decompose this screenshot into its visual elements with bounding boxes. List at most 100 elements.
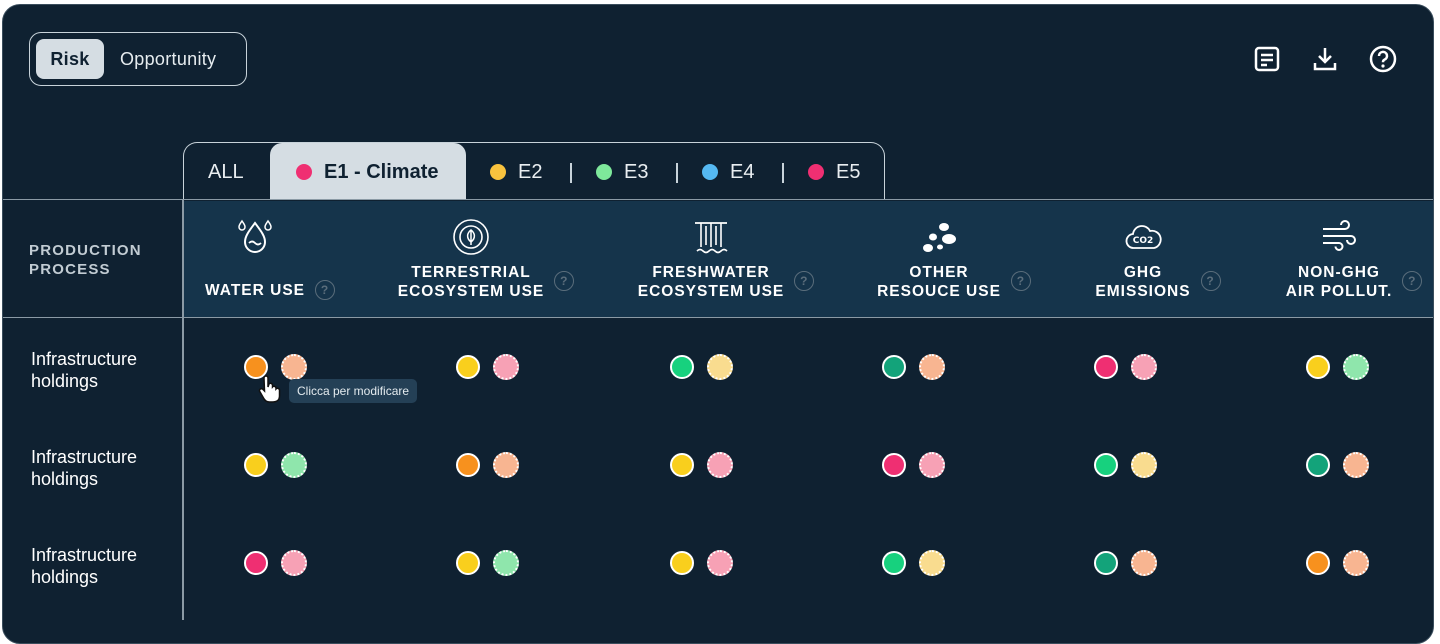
tab-e2[interactable]: E2 [490, 143, 542, 200]
tab-e3[interactable]: E3 [596, 143, 648, 200]
column-label: FRESHWATER ECOSYSTEM USE ? [637, 263, 815, 301]
column-label-line1: TERRESTRIAL [411, 264, 531, 281]
risk-level-dot[interactable] [1094, 551, 1118, 575]
secondary-level-dot[interactable] [707, 550, 733, 576]
row-header-line2: PROCESS [29, 261, 111, 278]
hand-cursor-icon [258, 375, 281, 403]
risk-level-dot[interactable] [1306, 551, 1330, 575]
row-label-line1: Infrastructure [31, 349, 138, 369]
edit-tooltip: Clicca per modificare [289, 379, 418, 403]
secondary-level-dot[interactable] [493, 452, 519, 478]
tab-e4[interactable]: E4 [702, 143, 754, 200]
column-label-line1: FRESHWATER [652, 264, 770, 281]
column-label-line2: ECOSYSTEM USE [397, 283, 545, 300]
column-label-line2: ECOSYSTEM USE [637, 283, 785, 300]
risk-opportunity-toggle[interactable]: Risk Opportunity [29, 32, 247, 86]
column-label: WATER USE ? [205, 279, 335, 300]
info-icon[interactable]: ? [1402, 271, 1423, 291]
info-icon[interactable]: ? [315, 279, 335, 300]
risk-level-dot[interactable] [670, 453, 694, 477]
column-water-use: WATER USE ? [155, 217, 355, 300]
help-icon[interactable] [1367, 43, 1399, 75]
secondary-level-dot[interactable] [1131, 354, 1157, 380]
tab-e5[interactable]: E5 [808, 143, 860, 200]
column-other-resource-use: OTHER RESOUCE USE ? [839, 217, 1039, 301]
secondary-level-dot[interactable] [1343, 452, 1369, 478]
e2-dot [490, 164, 506, 180]
row-label: Infrastructure holdings [31, 446, 137, 490]
secondary-level-dot[interactable] [707, 452, 733, 478]
secondary-level-dot[interactable] [493, 354, 519, 380]
matrix-card: Risk Opportunity ALL E1 - Climate E2 E3 … [2, 4, 1434, 644]
e5-dot [808, 164, 824, 180]
risk-level-dot[interactable] [670, 551, 694, 575]
tab-e4-label: E4 [730, 161, 755, 183]
secondary-level-dot[interactable] [1131, 550, 1157, 576]
waterfall-icon [695, 222, 728, 254]
category-tabs: ALL E1 - Climate E2 E3 E4 E5 [183, 142, 885, 200]
risk-level-dot[interactable] [456, 355, 480, 379]
row-label: Infrastructure holdings [31, 544, 137, 588]
risk-level-dot[interactable] [882, 551, 906, 575]
column-label-line1: WATER USE [205, 282, 305, 299]
info-icon[interactable]: ? [1200, 271, 1221, 291]
secondary-level-dot[interactable] [281, 354, 307, 380]
row-label-line2: holdings [31, 469, 99, 489]
e3-dot [596, 164, 612, 180]
row-label-line2: holdings [31, 371, 99, 391]
column-label: NON-GHG AIR POLLUT. ? [1286, 263, 1423, 301]
stones-icon [923, 223, 956, 252]
download-icon[interactable] [1309, 43, 1341, 75]
risk-option[interactable]: Risk [36, 39, 104, 79]
risk-level-dot[interactable] [244, 551, 268, 575]
secondary-level-dot[interactable] [1343, 354, 1369, 380]
risk-level-dot[interactable] [670, 355, 694, 379]
secondary-level-dot[interactable] [1343, 550, 1369, 576]
risk-level-dot[interactable] [244, 453, 268, 477]
opportunity-option[interactable]: Opportunity [120, 39, 216, 79]
column-label-line1: OTHER [909, 264, 969, 281]
tab-separator [782, 163, 784, 183]
water-drop-icon [238, 219, 272, 253]
secondary-level-dot[interactable] [919, 550, 945, 576]
co2-cloud-icon: CO2 [1125, 225, 1162, 249]
risk-level-dot[interactable] [456, 551, 480, 575]
risk-level-dot[interactable] [1306, 453, 1330, 477]
notes-icon[interactable] [1251, 43, 1283, 75]
secondary-level-dot[interactable] [493, 550, 519, 576]
row-label-line1: Infrastructure [31, 447, 138, 467]
wind-icon [1323, 220, 1356, 251]
risk-level-dot[interactable] [882, 453, 906, 477]
secondary-level-dot[interactable] [707, 354, 733, 380]
row-label-line2: holdings [31, 567, 99, 587]
tab-separator [570, 163, 572, 183]
secondary-level-dot[interactable] [281, 452, 307, 478]
column-terrestrial-ecosystem-use: TERRESTRIAL ECOSYSTEM USE ? [371, 217, 575, 301]
risk-level-dot[interactable] [1094, 355, 1118, 379]
row-label-line1: Infrastructure [31, 545, 138, 565]
secondary-level-dot[interactable] [281, 550, 307, 576]
column-label-line2: EMISSIONS [1095, 283, 1191, 300]
tab-e2-label: E2 [518, 161, 543, 183]
secondary-level-dot[interactable] [919, 452, 945, 478]
e4-dot [702, 164, 718, 180]
tab-all[interactable]: ALL [208, 143, 244, 200]
tab-e5-label: E5 [836, 161, 861, 183]
secondary-level-dot[interactable] [1131, 452, 1157, 478]
risk-level-dot[interactable] [1306, 355, 1330, 379]
risk-level-dot[interactable] [1094, 453, 1118, 477]
risk-level-dot[interactable] [456, 453, 480, 477]
e1-dot [296, 164, 312, 180]
secondary-level-dot[interactable] [919, 354, 945, 380]
header-bottom-divider [3, 317, 1433, 318]
header-top-divider [3, 199, 1433, 200]
column-label: TERRESTRIAL ECOSYSTEM USE ? [397, 263, 575, 301]
tab-e3-label: E3 [624, 161, 649, 183]
leaf-circle-icon [453, 219, 489, 255]
risk-level-dot[interactable] [882, 355, 906, 379]
column-label: OTHER RESOUCE USE ? [877, 263, 1031, 301]
info-icon[interactable]: ? [1010, 271, 1031, 291]
column-freshwater-ecosystem-use: FRESHWATER ECOSYSTEM USE ? [611, 217, 815, 301]
tab-e1-climate[interactable]: E1 - Climate [270, 143, 466, 200]
row-header-line1: PRODUCTION [29, 242, 142, 259]
